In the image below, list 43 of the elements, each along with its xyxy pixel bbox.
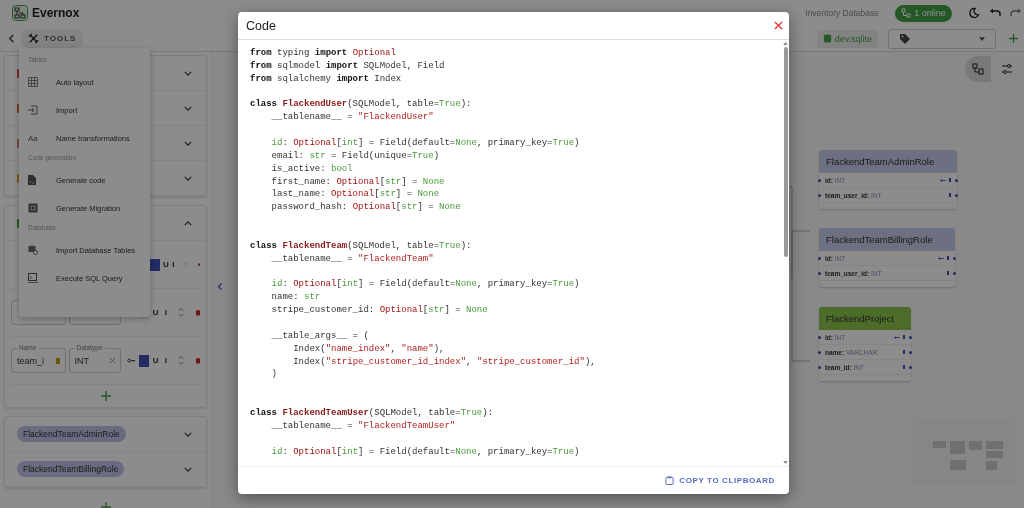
code-line: class FlackendUser(SQLModel, table=True): xyxy=(250,98,473,112)
text-icon: Aa xyxy=(28,133,38,143)
code-line: from sqlalchemy import Index xyxy=(250,72,403,86)
code-line: class FlackendTeam(SQLModel, table=True): xyxy=(250,239,473,253)
code-line: class FlackendTeamUser(SQLModel, table=True): xyxy=(250,407,495,420)
code-line: id: Optional[int] = Field(default=None, primary_key=True) xyxy=(270,278,581,292)
flag-toggle[interactable]: U xyxy=(163,260,169,269)
code-line: Index("stripe_customer_id_index", "stripe_customer_id"), xyxy=(292,355,597,369)
flag-toggle[interactable]: I xyxy=(162,308,170,317)
flag-toggle[interactable]: U xyxy=(152,308,160,317)
code-line: from typing import Optional xyxy=(250,47,397,60)
code-line: is_active: bool xyxy=(270,162,354,176)
table-title: FlackendTeamAdminRole xyxy=(819,150,957,173)
code-line: name: str xyxy=(270,291,322,305)
copy-button[interactable]: COPY TO CLIPBOARD xyxy=(659,475,781,486)
code-line: ) xyxy=(270,368,278,382)
table-title: FlackendProject xyxy=(819,307,911,330)
code-line: first_name: Optional[str] = None xyxy=(270,175,446,189)
code-line: stripe_customer_id: Optional[str] = None xyxy=(270,304,489,318)
flag-toggle[interactable]: I xyxy=(162,356,170,365)
flag-toggle[interactable]: I xyxy=(171,260,176,269)
app-name: Evernox xyxy=(32,6,80,20)
code-line: password_hash: Optional[str] = None xyxy=(270,201,462,215)
table-item[interactable]: FlackendTeamBillingRole xyxy=(5,452,206,487)
code-line: from sqlmodel import SQLModel, Field xyxy=(250,59,446,73)
project-name: Inventory Database xyxy=(805,8,879,18)
table-title: FlackendTeamBillingRole xyxy=(819,228,955,251)
code-line: Index("name_index", "name"), xyxy=(292,342,446,356)
code-line: __tablename__ = "FlackendTeam" xyxy=(270,252,435,266)
code-line: __tablename__ = "FlackendTeamUser" xyxy=(270,419,457,433)
flag-toggle[interactable]: U xyxy=(152,356,160,365)
code-line: last_name: Optional[str] = None xyxy=(270,188,441,202)
table-name-chip: FlackendTeamBillingRole xyxy=(17,461,125,477)
table-item[interactable]: FlackendTeamAdminRole xyxy=(5,417,206,452)
code-line: __tablename__ = "FlackendUser" xyxy=(270,111,435,125)
table-name-chip: FlackendTeamAdminRole xyxy=(17,426,126,442)
dialog-title: Code xyxy=(246,18,276,33)
code-line: id: Optional[int] = Field(default=None, primary_key=True) xyxy=(270,137,581,150)
code-line: __table_args__ = ( xyxy=(270,329,370,343)
online-button[interactable]: 1 online xyxy=(895,4,952,22)
code-line: id: Optional[int] = Field(default=None, primary_key=True) xyxy=(270,445,581,459)
code-line: email: str = Field(unique=True) xyxy=(270,149,441,163)
tools-button[interactable]: TOOLS xyxy=(20,29,85,48)
